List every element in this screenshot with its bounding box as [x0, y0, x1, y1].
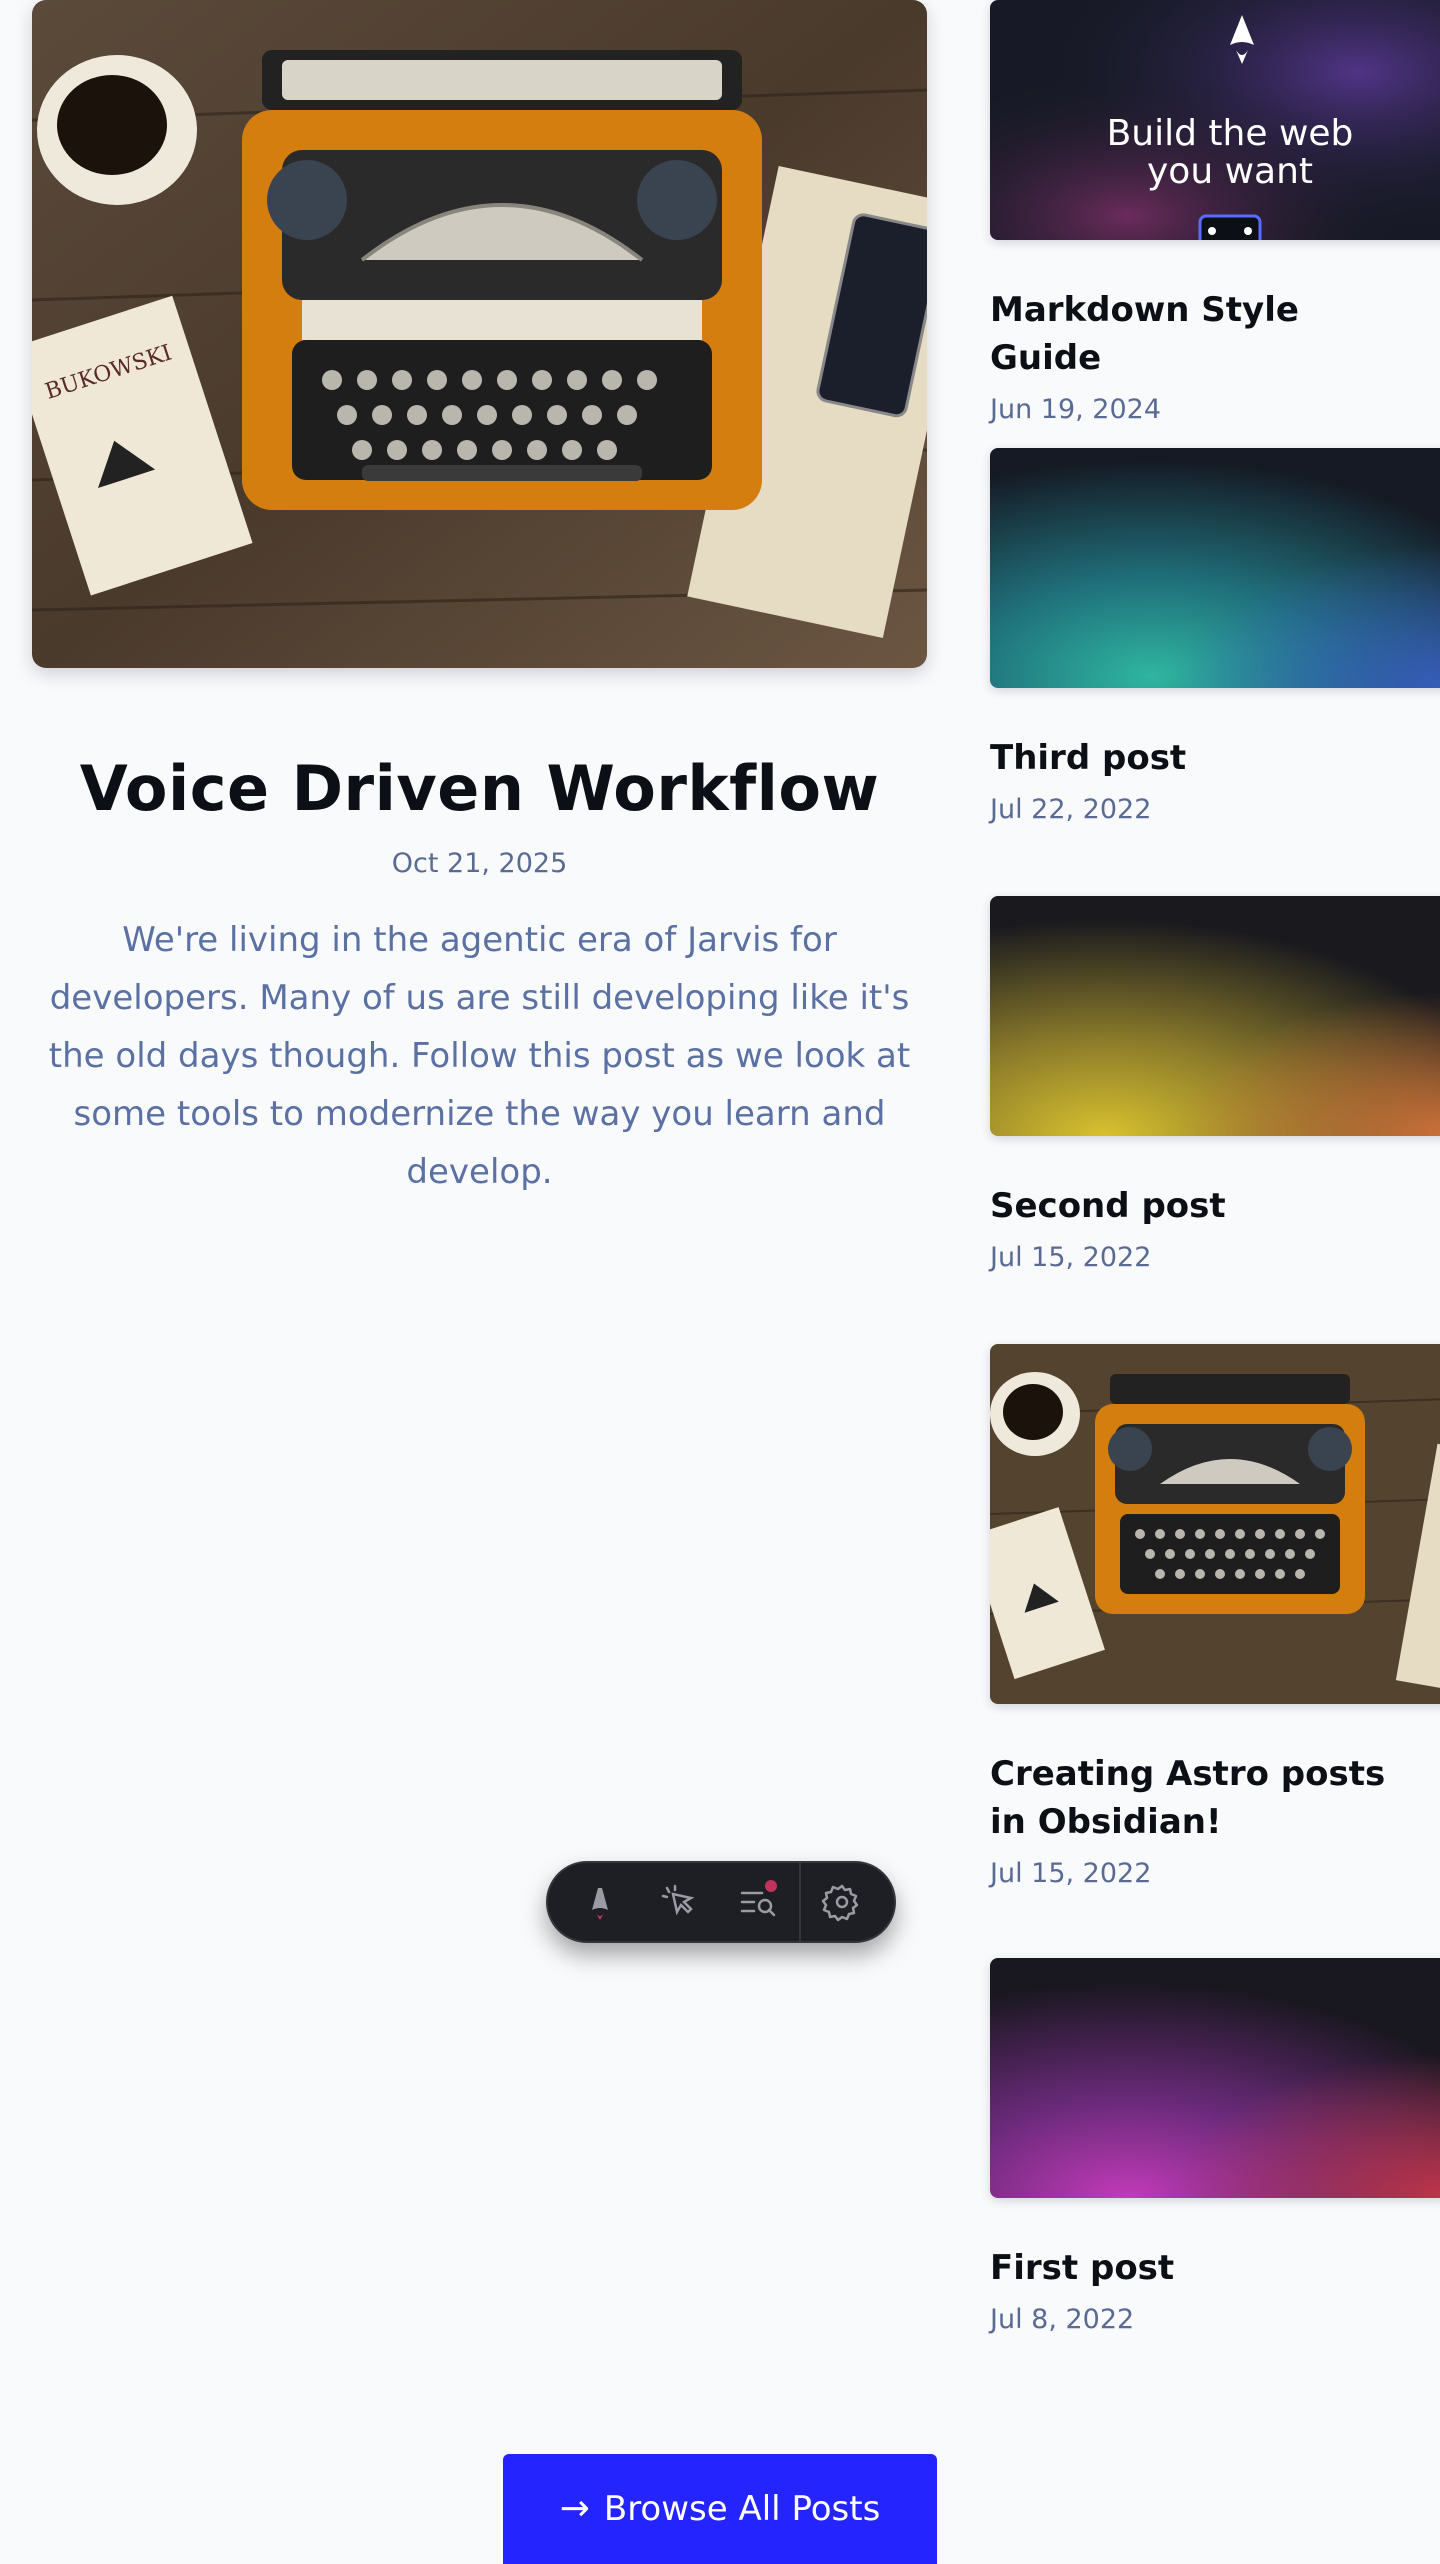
gradient-gold-icon [990, 896, 1440, 1136]
post-thumbnail[interactable]: Build the web you want [990, 0, 1440, 240]
astro-banner-icon: Build the web you want [990, 0, 1440, 240]
gradient-teal-icon [990, 448, 1440, 688]
typewriter-photo-icon [990, 1344, 1440, 1704]
toolbar-settings-button[interactable] [803, 1870, 882, 1934]
post-title[interactable]: Creating Astro posts in Obsidian! [990, 1750, 1420, 1846]
post-thumbnail[interactable] [990, 1958, 1440, 2198]
settings-gear-icon [822, 1884, 859, 1922]
featured-post-date: Oct 21, 2025 [391, 848, 568, 880]
post-date: Jun 19, 2024 [990, 394, 1162, 425]
post-thumbnail[interactable] [990, 896, 1440, 1136]
post-date: Jul 15, 2022 [990, 1242, 1152, 1273]
gradient-magenta-icon [990, 1958, 1440, 2198]
post-card[interactable]: Third post Jul 22, 2022 [990, 448, 1440, 828]
browse-all-posts-button[interactable]: → Browse All Posts [503, 2454, 937, 2564]
toolbar-inspect-button[interactable] [639, 1870, 718, 1934]
post-title[interactable]: Third post [990, 734, 1420, 782]
featured-post-image[interactable]: BUKOWSKI [32, 0, 927, 668]
post-date: Jul 22, 2022 [990, 794, 1152, 825]
astro-banner-text-line1: Build the web [1107, 113, 1354, 154]
post-date: Jul 8, 2022 [990, 2304, 1135, 2335]
post-thumbnail[interactable] [990, 1344, 1440, 1704]
featured-post-description: We're living in the agentic era of Jarvi… [48, 919, 911, 1192]
featured-post: BUKOWSKI Voice Driven Workflow Oct 21, 2… [32, 0, 927, 1201]
post-card[interactable]: First post Jul 8, 2022 [990, 1958, 1440, 2338]
post-title[interactable]: First post [990, 2244, 1420, 2292]
inspect-cursor-icon [661, 1884, 694, 1916]
arrow-right-icon: → [559, 2488, 590, 2529]
post-card[interactable]: Second post Jul 15, 2022 [990, 896, 1440, 1276]
post-card[interactable]: Creating Astro posts in Obsidian! Jul 15… [990, 1344, 1440, 1892]
post-title[interactable]: Markdown Style Guide [990, 286, 1420, 382]
browse-all-posts-label: Browse All Posts [603, 2489, 881, 2529]
toolbar-divider [799, 1863, 801, 1941]
astro-logo-icon [591, 1888, 608, 1920]
toolbar-audit-button[interactable] [718, 1870, 797, 1934]
typewriter-photo-icon: BUKOWSKI [32, 0, 927, 668]
blog-page: BUKOWSKI Voice Driven Workflow Oct 21, 2… [0, 0, 1440, 2564]
post-thumbnail[interactable] [990, 448, 1440, 688]
post-date: Jul 15, 2022 [990, 1858, 1152, 1889]
post-title[interactable]: Second post [990, 1182, 1420, 1230]
toolbar-astro-button[interactable] [560, 1870, 639, 1934]
post-card[interactable]: Build the web you want Markdown Style Gu… [990, 0, 1440, 428]
featured-post-title[interactable]: Voice Driven Workflow [32, 752, 927, 826]
dev-toolbar [546, 1861, 896, 1943]
astro-banner-text-line2: you want [1147, 151, 1313, 192]
